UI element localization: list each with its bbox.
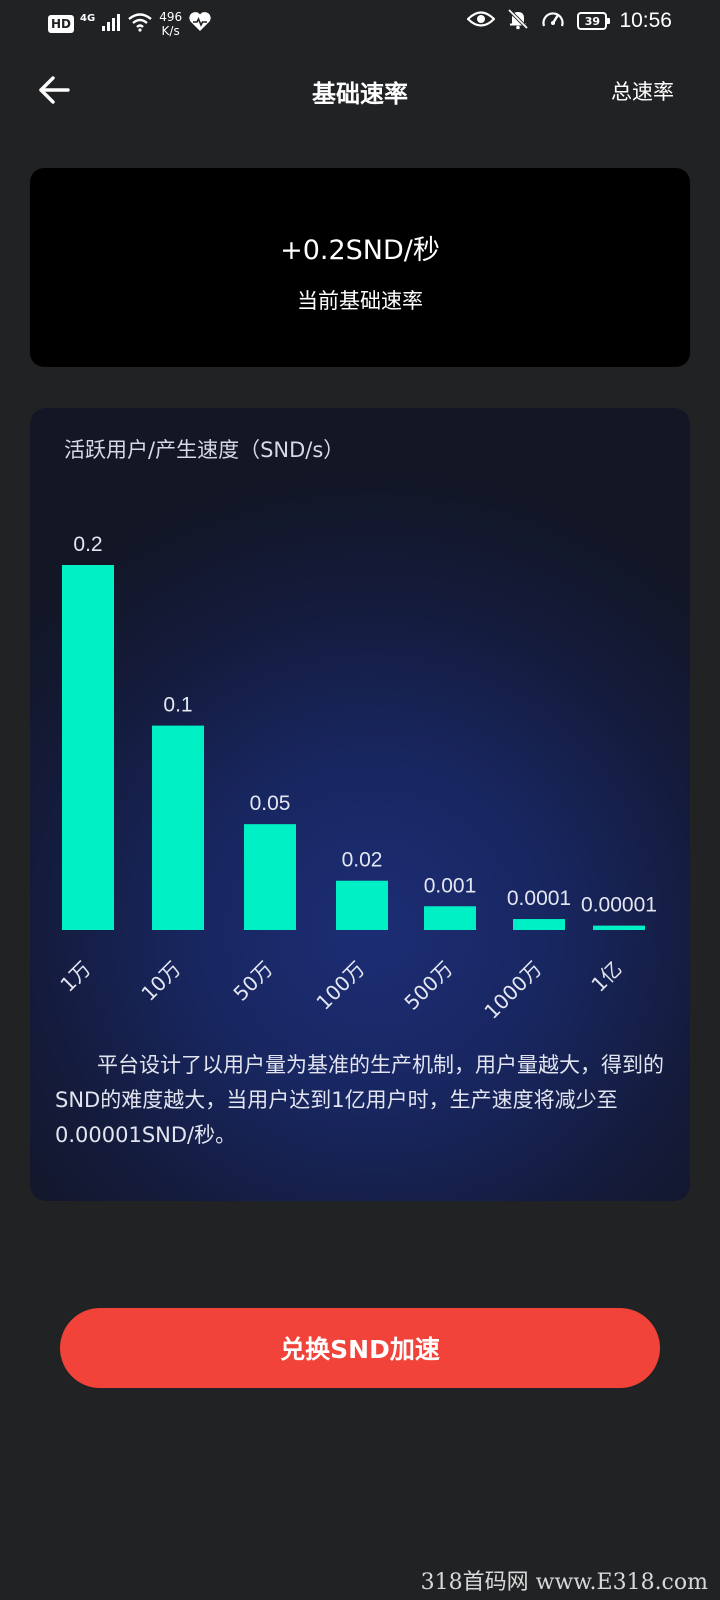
chart-bar (152, 725, 204, 930)
header: 基础速率 总速率 (0, 60, 720, 120)
chart-category-label: 10万 (136, 957, 185, 1006)
chart-bar (593, 925, 645, 930)
chart-category-label: 50万 (228, 957, 277, 1006)
status-bar: HD 4G 496 K/s 39 10:56 (0, 0, 720, 48)
current-rate-value: +0.2SND/秒 (280, 235, 440, 266)
chart-category-label: 100万 (311, 957, 369, 1015)
chart-bar (62, 565, 114, 930)
heart-health-icon (188, 11, 212, 37)
bar-chart: 0.2 1万 0.1 10万 0.05 50万 0.02 100万 0.001 500万 0.000… (55, 533, 657, 1024)
network-speed-value: 496 (159, 10, 183, 24)
hd-badge: HD (48, 15, 75, 33)
network-speed-unit: K/s (161, 24, 180, 38)
chart-value-label: 0.0001 (507, 887, 571, 910)
chart-value-label: 0.00001 (581, 894, 657, 917)
chart-category-label: 1亿 (586, 957, 626, 997)
chart-value-label: 0.1 (163, 694, 192, 717)
network-type: 4G (80, 12, 96, 24)
current-rate-caption: 当前基础速率 (297, 289, 423, 313)
status-right: 39 10:56 (466, 8, 672, 34)
watermark-text: 318首码网 www.E318.com (420, 1570, 708, 1595)
battery-icon: 39 (577, 12, 611, 30)
exchange-snd-boost-button[interactable]: 兑换SND加速 (60, 1308, 660, 1388)
total-rate-link[interactable]: 总速率 (611, 76, 674, 106)
chart-value-label: 0.2 (73, 533, 102, 556)
chart-value-label: 0.02 (342, 849, 383, 872)
chart-bar (244, 824, 296, 930)
battery-level: 39 (584, 14, 601, 28)
wifi-icon (127, 12, 153, 36)
chart-value-label: 0.001 (424, 874, 477, 897)
chart-bar (513, 919, 565, 930)
speedometer-icon (541, 8, 565, 34)
bell-muted-icon (507, 8, 529, 34)
chart-category-label: 1万 (55, 957, 95, 997)
signal-icon (101, 12, 121, 36)
chart-category-label: 500万 (399, 957, 457, 1015)
current-rate-card: +0.2SND/秒 当前基础速率 (30, 168, 690, 367)
chart-bar (336, 880, 388, 930)
status-time: 10:56 (619, 9, 672, 32)
chart-category-label: 1000万 (479, 957, 546, 1024)
speed-chart-card: 活跃用户/产生速度（SND/s） 0.2 1万 0.1 10万 0.05 50万 0.02 1… (30, 408, 690, 1201)
status-left: HD 4G 496 K/s (48, 10, 212, 38)
chart-value-label: 0.05 (250, 792, 291, 815)
network-speed: 496 K/s (159, 10, 182, 38)
chart-bar (424, 906, 476, 930)
chart-description: 平台设计了以用户量为基准的生产机制，用户量越大，得到的SND的难度越大，当用户达… (55, 1053, 664, 1147)
eye-icon (466, 9, 496, 33)
